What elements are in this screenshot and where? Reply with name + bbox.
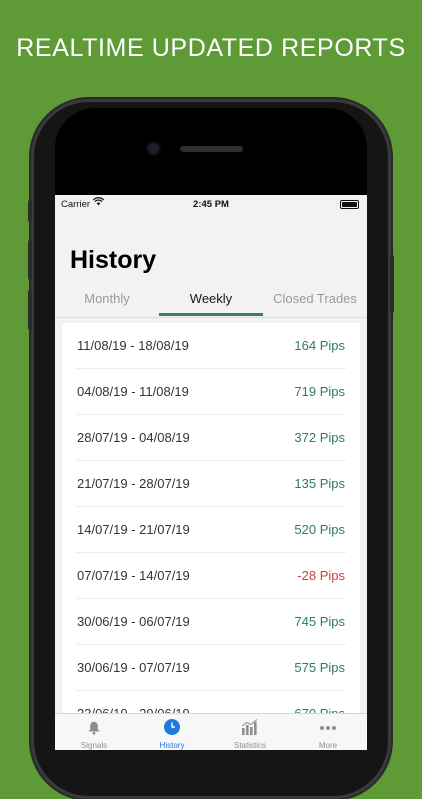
phone-bezel xyxy=(55,108,367,198)
list-item[interactable]: 21/07/19 - 28/07/19 135 Pips xyxy=(76,461,346,507)
list-item[interactable]: 04/08/19 - 11/08/19 719 Pips xyxy=(76,369,346,415)
week-pips: 164 Pips xyxy=(294,338,345,353)
tabbar-label: Statistics xyxy=(233,741,266,750)
week-pips: 135 Pips xyxy=(294,476,345,491)
tabbar-item-signals[interactable]: Signals xyxy=(55,714,133,750)
tabbar-label: History xyxy=(159,741,185,750)
week-range: 28/07/19 - 04/08/19 xyxy=(77,430,190,445)
status-bar: Carrier 2:45 PM xyxy=(55,195,367,213)
battery-icon xyxy=(340,200,359,209)
tabbar-item-more[interactable]: More xyxy=(289,714,367,750)
more-dots-icon xyxy=(289,718,367,736)
volume-up-button xyxy=(28,240,32,280)
tabbar-label: Signals xyxy=(80,741,108,750)
list-item[interactable]: 11/08/19 - 18/08/19 164 Pips xyxy=(76,323,346,369)
list-item[interactable]: 30/06/19 - 06/07/19 745 Pips xyxy=(76,599,346,645)
page-title: History xyxy=(70,246,157,274)
week-pips: 575 Pips xyxy=(294,660,345,675)
app-screen: Carrier 2:45 PM History Monthly Weekly C… xyxy=(55,195,367,750)
week-range: 07/07/19 - 14/07/19 xyxy=(77,568,190,583)
tabbar-item-statistics[interactable]: Statistics xyxy=(211,714,289,750)
bar-chart-icon xyxy=(211,718,289,736)
week-pips: 745 Pips xyxy=(294,614,345,629)
earpiece-speaker xyxy=(180,146,243,152)
tabbar-label: More xyxy=(318,741,338,750)
list-item[interactable]: 28/07/19 - 04/08/19 372 Pips xyxy=(76,415,346,461)
clock-icon xyxy=(133,718,211,736)
list-item[interactable]: 07/07/19 - 14/07/19 -28 Pips xyxy=(76,553,346,599)
week-range: 21/07/19 - 28/07/19 xyxy=(77,476,190,491)
tab-monthly[interactable]: Monthly xyxy=(55,282,159,317)
list-item[interactable]: 14/07/19 - 21/07/19 520 Pips xyxy=(76,507,346,553)
weekly-history-list: 11/08/19 - 18/08/19 164 Pips 04/08/19 - … xyxy=(62,323,360,733)
mute-switch xyxy=(28,200,32,222)
week-range: 30/06/19 - 07/07/19 xyxy=(77,660,190,675)
bell-icon xyxy=(55,718,133,736)
power-button xyxy=(390,255,394,313)
volume-down-button xyxy=(28,290,32,330)
active-tab-indicator xyxy=(159,313,263,316)
week-pips: 719 Pips xyxy=(294,384,345,399)
list-item[interactable]: 30/06/19 - 07/07/19 575 Pips xyxy=(76,645,346,691)
tab-weekly[interactable]: Weekly xyxy=(159,282,263,317)
segment-tabs: Monthly Weekly Closed Trades xyxy=(55,282,367,318)
week-range: 11/08/19 - 18/08/19 xyxy=(77,338,189,353)
tabbar-item-history[interactable]: History xyxy=(133,714,211,750)
promo-headline: REALTIME UPDATED REPORTS xyxy=(16,34,406,62)
front-camera xyxy=(148,143,159,154)
week-range: 30/06/19 - 06/07/19 xyxy=(77,614,190,629)
week-pips: -28 Pips xyxy=(297,568,345,583)
week-pips: 372 Pips xyxy=(294,430,345,445)
week-pips: 520 Pips xyxy=(294,522,345,537)
week-range: 14/07/19 - 21/07/19 xyxy=(77,522,190,537)
bottom-tab-bar: Signals History Statistics More xyxy=(55,713,367,750)
week-range: 04/08/19 - 11/08/19 xyxy=(77,384,189,399)
status-time: 2:45 PM xyxy=(193,199,229,210)
tab-closed-trades[interactable]: Closed Trades xyxy=(263,282,367,317)
